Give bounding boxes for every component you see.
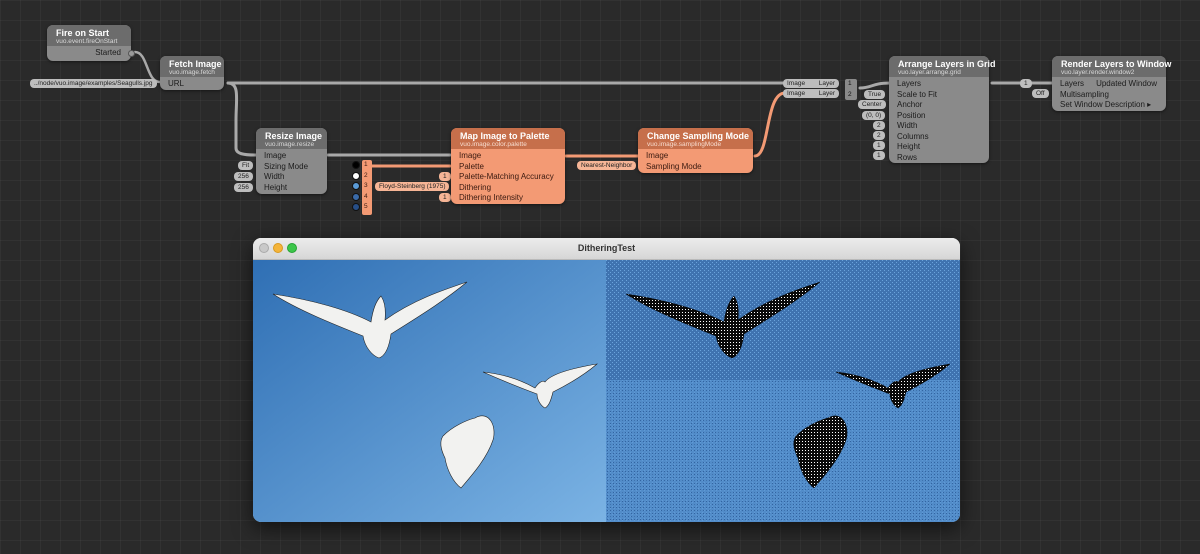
window-title: DitheringTest <box>577 243 636 253</box>
seagulls-photo <box>253 260 606 522</box>
intensity-constant[interactable]: 1 <box>439 193 451 202</box>
accuracy-constant[interactable]: 1 <box>439 172 451 181</box>
node-title: Map Image to Palette <box>460 131 550 141</box>
port-image[interactable]: Image <box>451 151 565 162</box>
window-minimize-button[interactable] <box>273 243 283 253</box>
port-rows[interactable]: Rows <box>889 153 989 164</box>
node-class: vuo.image.color.palette <box>460 141 527 148</box>
node-class: vuo.layer.arrange.grid <box>898 69 961 76</box>
port-dithering-intensity[interactable]: Dithering Intensity <box>451 193 565 204</box>
sampling-mode-constant[interactable]: Nearest-Neighbor <box>577 161 637 170</box>
window-zoom-button[interactable] <box>287 243 297 253</box>
height-constant[interactable]: 1 <box>873 141 885 150</box>
cable-fetch-to-resize <box>226 81 258 157</box>
url-constant[interactable]: ../node/vuo.image/examples/Seagulls.jpg <box>30 79 157 88</box>
layer-count-constant[interactable]: 1 <box>1020 79 1032 88</box>
node-title: Fire on Start <box>56 28 110 38</box>
node-title: Fetch Image <box>169 59 222 69</box>
node-class: vuo.image.resize <box>265 141 315 148</box>
layer-list-item-2[interactable]: Image Layer <box>783 89 839 98</box>
dithered-seagulls <box>606 260 960 522</box>
port-height[interactable]: Height <box>889 142 989 153</box>
list-item: 1 <box>364 161 368 168</box>
list-index: 1 <box>848 80 852 87</box>
color-swatch-black[interactable] <box>352 161 360 169</box>
original-image-pane <box>253 260 606 522</box>
port-layers[interactable]: Layers Updated Window <box>1052 79 1166 90</box>
window-titlebar[interactable]: DitheringTest <box>253 238 960 260</box>
width-constant[interactable]: 256 <box>234 172 253 181</box>
node-resize-image[interactable]: Resize Image vuo.image.resize Image Sizin… <box>256 128 327 194</box>
cable-layers-to-grid <box>858 81 892 90</box>
layer-list-item-1[interactable]: Image Layer <box>783 79 839 88</box>
cable-sampling-to-layer2 <box>753 91 787 158</box>
list-item: 2 <box>364 171 368 179</box>
color-swatch-dark-blue[interactable] <box>352 203 360 211</box>
dithering-constant[interactable]: Floyd-Steinberg (1975) <box>375 182 450 191</box>
layer-list-index: 1 2 <box>845 79 857 100</box>
node-class: vuo.layer.render.window2 <box>1061 69 1135 76</box>
multisampling-constant[interactable]: Off <box>1032 89 1049 98</box>
list-item: 3 <box>364 182 368 189</box>
port-width[interactable]: Width <box>889 121 989 132</box>
node-class: vuo.event.fireOnStart <box>56 38 118 45</box>
port-dithering[interactable]: Dithering <box>451 183 565 194</box>
columns-constant[interactable]: 2 <box>873 131 885 140</box>
height-constant[interactable]: 256 <box>234 183 253 192</box>
port-image[interactable]: Image <box>638 151 753 162</box>
node-class: vuo.image.samplingMode <box>647 141 722 148</box>
node-map-image-to-palette[interactable]: Map Image to Palette vuo.image.color.pale… <box>451 128 565 204</box>
anchor-constant[interactable]: Center <box>858 100 886 109</box>
port-accuracy[interactable]: Palette-Matching Accuracy <box>451 172 565 183</box>
port-anchor[interactable]: Anchor <box>889 100 989 111</box>
node-title: Change Sampling Mode <box>647 131 750 141</box>
position-constant[interactable]: (0, 0) <box>862 111 886 120</box>
list-index: 2 <box>848 90 852 98</box>
node-render-layers-to-window[interactable]: Render Layers to Window vuo.layer.render.… <box>1052 56 1172 111</box>
color-swatch-mid-blue[interactable] <box>352 193 360 201</box>
width-constant[interactable]: 2 <box>873 121 885 130</box>
node-fire-on-start[interactable]: Fire on Start vuo.event.fireOnStart Start… <box>47 25 135 61</box>
cable-fire-to-fetch <box>133 50 162 84</box>
dithered-image-pane <box>606 260 960 522</box>
port-image[interactable]: Image <box>256 151 327 162</box>
output-window[interactable]: DitheringTest <box>253 238 960 522</box>
list-item: 5 <box>364 203 368 210</box>
port-scale-to-fit[interactable]: Scale to Fit <box>889 90 989 101</box>
port-sizing-mode[interactable]: Sizing Mode <box>256 162 327 173</box>
node-title: Render Layers to Window <box>1061 59 1172 69</box>
list-item: 4 <box>364 192 368 200</box>
port-url[interactable]: URL <box>160 79 224 90</box>
port-height[interactable]: Height <box>256 183 327 194</box>
port-palette[interactable]: Palette <box>451 162 565 173</box>
scale-to-fit-constant[interactable]: True <box>864 90 886 99</box>
node-arrange-layers-in-grid[interactable]: Arrange Layers in Grid vuo.layer.arrange.… <box>889 56 996 164</box>
port-width[interactable]: Width <box>256 172 327 183</box>
node-title: Arrange Layers in Grid <box>898 59 996 69</box>
sizing-mode-constant[interactable]: Fit <box>238 161 254 170</box>
color-swatch-white[interactable] <box>352 172 360 180</box>
port-sampling-mode[interactable]: Sampling Mode <box>638 162 753 173</box>
node-title: Resize Image <box>265 131 323 141</box>
node-fetch-image[interactable]: Fetch Image vuo.image.fetch URL <box>160 56 224 90</box>
node-class: vuo.image.fetch <box>169 69 215 76</box>
port-layers[interactable]: Layers <box>889 79 989 90</box>
port-updated-window[interactable]: Updated Window <box>1096 79 1157 90</box>
palette-color-list[interactable]: 1 2 3 4 5 <box>362 160 372 215</box>
port-columns[interactable]: Columns <box>889 132 989 143</box>
port-set-window-description[interactable]: Set Window Description ▸ <box>1052 100 1166 111</box>
output-port[interactable] <box>128 50 135 57</box>
window-close-button[interactable] <box>259 243 269 253</box>
rows-constant[interactable]: 1 <box>873 151 885 160</box>
layer-list[interactable]: Image Layer Image Layer <box>783 79 839 99</box>
port-multisampling[interactable]: Multisampling <box>1052 90 1166 101</box>
port-position[interactable]: Position <box>889 111 989 122</box>
port-started: Started <box>47 48 135 59</box>
color-swatch-light-blue[interactable] <box>352 182 360 190</box>
node-change-sampling-mode[interactable]: Change Sampling Mode vuo.image.samplingMo… <box>638 128 753 173</box>
